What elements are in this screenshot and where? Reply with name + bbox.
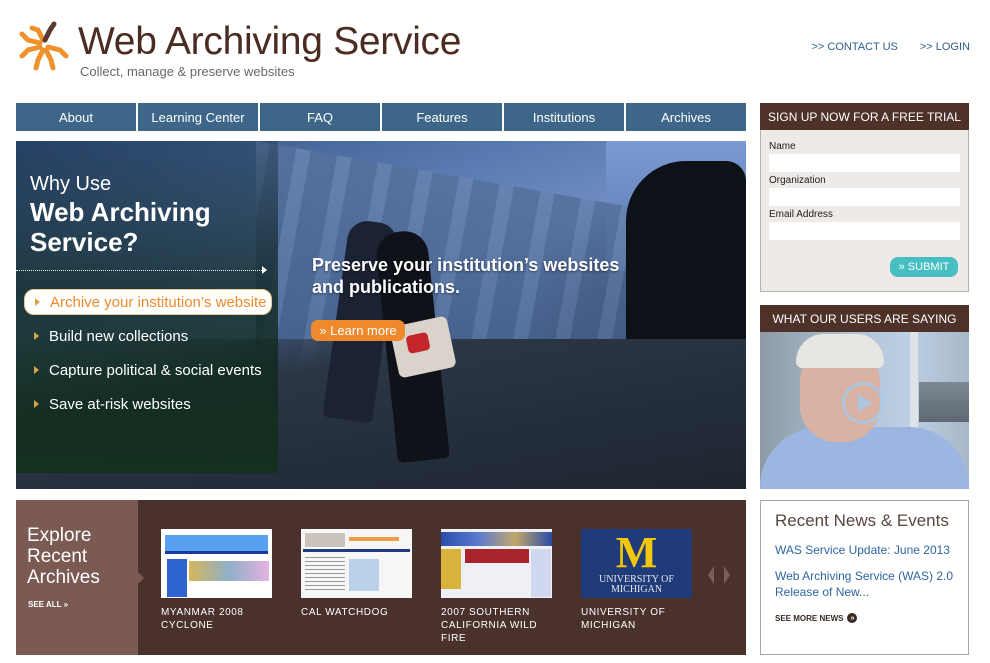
name-label: Name — [769, 141, 796, 152]
archive-item-michigan[interactable]: M UNIVERSITY OF MICHIGAN UNIVERSITY OF M… — [581, 529, 692, 645]
organization-field[interactable] — [769, 188, 960, 206]
archive-item-wild-fire[interactable]: 2007 SOUTHERN CALIFORNIA WILD FIRE — [441, 529, 552, 645]
why-item-events[interactable]: Capture political & social events — [24, 357, 272, 383]
why-item-label: Build new collections — [49, 327, 189, 345]
triangle-right-icon — [34, 400, 39, 408]
video-person-hair — [796, 334, 884, 368]
explore-archives-intro: Explore Recent Archives SEE ALL » — [16, 500, 144, 655]
testimonial-video-thumbnail[interactable] — [760, 332, 969, 489]
news-item-link[interactable]: Web Archiving Service (WAS) 2.0 Release … — [775, 568, 965, 600]
signup-panel: SIGN UP NOW FOR A FREE TRIAL Name Organi… — [760, 103, 969, 292]
email-field[interactable] — [769, 222, 960, 240]
signup-form: Name Organization Email Address — [761, 130, 968, 240]
why-use-list: Archive your institution’s website Build… — [24, 289, 272, 425]
double-chevron-right-icon: » — [847, 613, 858, 623]
why-item-label: Archive your institution’s website — [50, 293, 267, 311]
top-links: >> CONTACT US >> LOGIN — [811, 41, 970, 53]
why-use-panel: Why Use Web Archiving Service? Archive y… — [16, 141, 278, 473]
video-person-shirt — [760, 427, 969, 489]
nav-about[interactable]: About — [16, 103, 136, 131]
triangle-right-icon — [35, 298, 40, 306]
explore-archives-section: Explore Recent Archives SEE ALL » MYANMA… — [16, 500, 746, 655]
logo-starburst-icon — [19, 21, 69, 71]
archive-thumbnail — [161, 529, 272, 598]
archive-label: MYANMAR 2008 CYCLONE — [161, 607, 244, 631]
divider — [16, 270, 262, 271]
nav-faq[interactable]: FAQ — [260, 103, 380, 131]
video-background-city — [919, 382, 969, 422]
why-item-label: Save at-risk websites — [49, 395, 191, 413]
news-panel: Recent News & Events WAS Service Update:… — [760, 500, 969, 655]
contact-us-link[interactable]: >> CONTACT US — [811, 41, 897, 53]
carousel-controls — [708, 566, 730, 584]
why-use-heading: Web Archiving Service? — [30, 197, 211, 257]
news-heading: Recent News & Events — [775, 511, 949, 530]
nav-features[interactable]: Features — [382, 103, 502, 131]
learn-more-button[interactable]: » Learn more — [311, 320, 405, 341]
archive-label: UNIVERSITY OF MICHIGAN — [581, 607, 666, 631]
archive-thumbnail — [441, 529, 552, 598]
site-title[interactable]: Web Archiving Service — [78, 20, 461, 64]
why-item-collections[interactable]: Build new collections — [24, 323, 272, 349]
chevron-right-icon[interactable] — [724, 566, 730, 584]
testimonial-panel: WHAT OUR USERS ARE SAYING — [760, 305, 969, 489]
hero-headline: Preserve your institution’s websites and… — [312, 255, 620, 297]
main-nav: About Learning Center FAQ Features Insti… — [16, 103, 746, 131]
name-field[interactable] — [769, 154, 960, 172]
archive-carousel: MYANMAR 2008 CYCLONE CAL WATCHDOG 2007 S… — [161, 529, 692, 645]
testimonial-heading: WHAT OUR USERS ARE SAYING — [760, 305, 969, 332]
why-item-label: Capture political & social events — [49, 361, 262, 379]
archive-label: 2007 SOUTHERN CALIFORNIA WILD FIRE — [441, 607, 538, 644]
play-icon[interactable] — [842, 382, 884, 424]
archive-item-cal-watchdog[interactable]: CAL WATCHDOG — [301, 529, 412, 645]
explore-archives-title: Explore Recent Archives — [27, 525, 100, 588]
hero-banner: Why Use Web Archiving Service? Archive y… — [16, 141, 746, 489]
login-link[interactable]: >> LOGIN — [920, 41, 970, 53]
why-item-at-risk[interactable]: Save at-risk websites — [24, 391, 272, 417]
michigan-logo-letter: M — [615, 529, 658, 577]
why-use-heading-small: Why Use — [30, 173, 112, 195]
organization-label: Organization — [769, 175, 826, 186]
arrow-right-icon — [262, 266, 267, 274]
nav-learning-center[interactable]: Learning Center — [138, 103, 258, 131]
archive-thumbnail — [301, 529, 412, 598]
triangle-right-icon — [34, 332, 39, 340]
see-more-news-link[interactable]: SEE MORE NEWS » — [775, 613, 858, 623]
nav-archives[interactable]: Archives — [626, 103, 746, 131]
michigan-logo-caption: UNIVERSITY OF MICHIGAN — [599, 574, 674, 595]
news-item-link[interactable]: WAS Service Update: June 2013 — [775, 542, 965, 558]
submit-button[interactable]: » SUBMIT — [890, 257, 958, 277]
email-label: Email Address — [769, 209, 833, 220]
signup-heading: SIGN UP NOW FOR A FREE TRIAL — [760, 103, 969, 130]
nav-institutions[interactable]: Institutions — [504, 103, 624, 131]
site-tagline: Collect, manage & preserve websites — [80, 64, 295, 79]
why-item-archive[interactable]: Archive your institution’s website — [24, 289, 272, 315]
triangle-right-icon — [34, 366, 39, 374]
see-all-link[interactable]: SEE ALL » — [28, 600, 68, 609]
archive-label: CAL WATCHDOG — [301, 607, 389, 618]
see-more-news-label: SEE MORE NEWS — [775, 613, 844, 623]
archive-thumbnail: M UNIVERSITY OF MICHIGAN — [581, 529, 692, 598]
chevron-left-icon[interactable] — [708, 566, 714, 584]
archive-item-myanmar[interactable]: MYANMAR 2008 CYCLONE — [161, 529, 272, 645]
